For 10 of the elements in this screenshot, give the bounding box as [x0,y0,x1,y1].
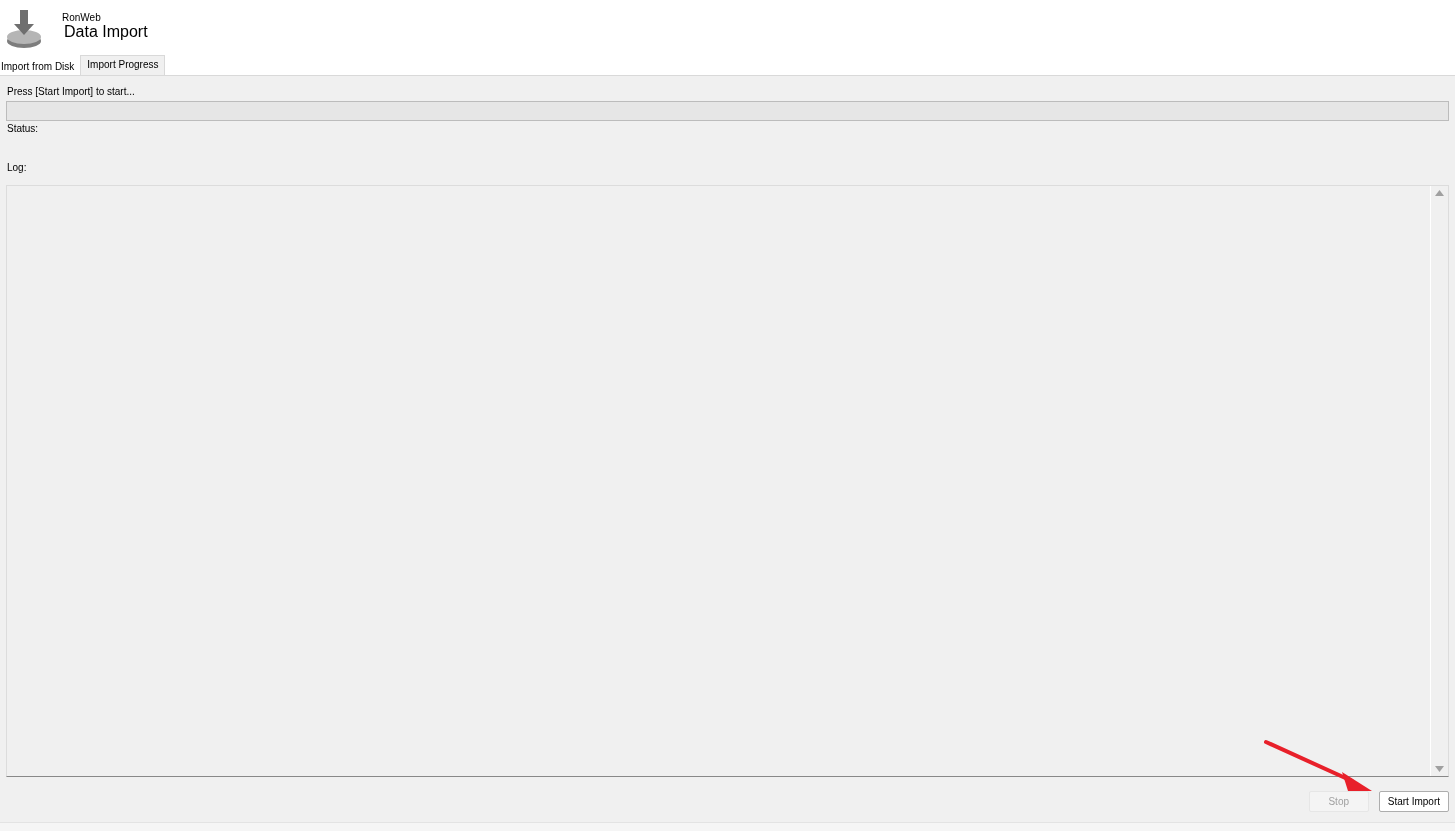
scroll-down-icon[interactable] [1435,766,1444,772]
tab[interactable]: Import Progress [80,55,166,75]
start-import-button[interactable]: Start Import [1378,791,1449,812]
scroll-up-icon[interactable] [1435,190,1444,196]
log-label: Log: [6,162,28,173]
window-title: Data Import [64,23,148,41]
download-disk-icon [6,8,42,50]
status-label: Status: [6,123,40,134]
app-name: RonWeb [62,12,102,23]
progress-message: Press [Start Import] to start... [6,86,136,97]
